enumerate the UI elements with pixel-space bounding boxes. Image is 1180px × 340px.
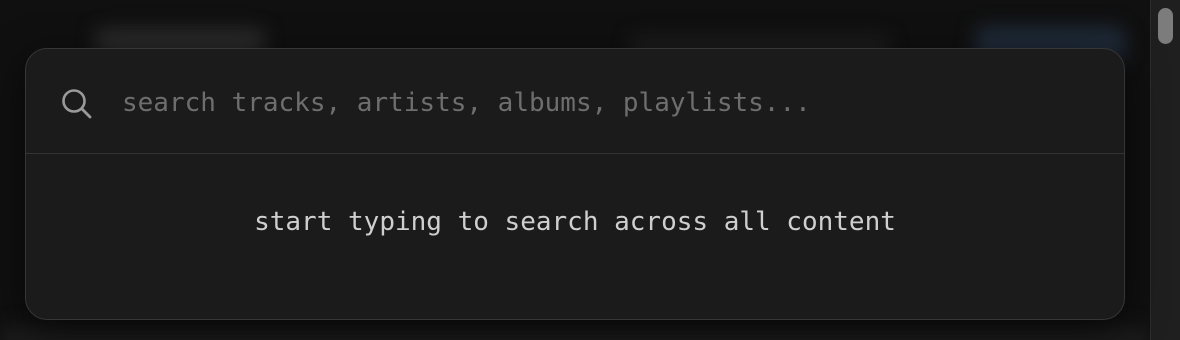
search-bar xyxy=(26,49,1124,154)
scrollbar-thumb[interactable] xyxy=(1158,8,1173,44)
empty-state-hint: start typing to search across all conten… xyxy=(254,207,896,237)
search-modal: start typing to search across all conten… xyxy=(25,48,1125,320)
page-scrollbar[interactable] xyxy=(1150,0,1180,340)
search-input[interactable] xyxy=(122,79,1082,127)
blurred-content-row xyxy=(0,326,1150,340)
search-icon xyxy=(60,87,94,121)
